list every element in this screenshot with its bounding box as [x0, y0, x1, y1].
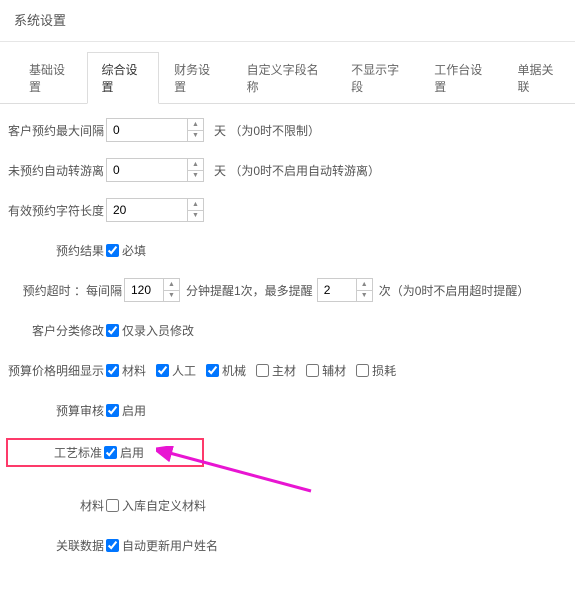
budget-audit-text: 启用	[122, 402, 146, 419]
label-result: 预约结果	[6, 242, 106, 259]
category-mod-text: 仅录入员修改	[122, 322, 194, 339]
craft-standard-highlight: 工艺标准 启用	[6, 438, 204, 467]
max-interval-suffix: 天 （为0时不限制）	[214, 122, 320, 139]
craft-std-text: 启用	[120, 444, 144, 461]
material-text: 入库自定义材料	[122, 497, 206, 514]
spin-up-icon[interactable]: ▲	[188, 159, 203, 171]
spin-up-icon[interactable]: ▲	[188, 199, 203, 211]
result-required-text: 必填	[122, 242, 146, 259]
category-mod-checkbox[interactable]: 仅录入员修改	[106, 322, 194, 339]
field-length-stepper[interactable]: ▲▼	[106, 198, 204, 222]
budget-opt-1[interactable]: 人工	[156, 362, 196, 379]
craft-std-input[interactable]	[104, 446, 117, 459]
budget-audit-input[interactable]	[106, 404, 119, 417]
tab-finance[interactable]: 财务设置	[159, 52, 232, 104]
budget-opt-3[interactable]: 主材	[256, 362, 296, 379]
auto-away-input[interactable]	[107, 159, 187, 181]
tab-workbench[interactable]: 工作台设置	[419, 52, 502, 104]
timeout-mid-text: 分钟提醒1次，最多提醒	[186, 282, 313, 299]
auto-away-stepper[interactable]: ▲▼	[106, 158, 204, 182]
related-data-checkbox[interactable]: 自动更新用户姓名	[106, 537, 218, 554]
label-related-data: 关联数据	[6, 537, 106, 554]
spin-down-icon[interactable]: ▼	[188, 171, 203, 182]
budget-audit-checkbox[interactable]: 启用	[106, 402, 146, 419]
spin-down-icon[interactable]: ▼	[188, 211, 203, 222]
material-checkbox[interactable]: 入库自定义材料	[106, 497, 206, 514]
budget-opt-5[interactable]: 损耗	[356, 362, 396, 379]
timeout-suffix: 次（为0时不启用超时提醒）	[379, 282, 530, 299]
auto-away-suffix: 天 （为0时不启用自动转游离）	[214, 162, 380, 179]
field-length-input[interactable]	[107, 199, 187, 221]
label-auto-away: 未预约自动转游离	[6, 162, 106, 179]
label-category-mod: 客户分类修改	[6, 322, 106, 339]
max-interval-input[interactable]	[107, 119, 187, 141]
page-title: 系统设置	[0, 0, 575, 42]
label-budget-detail: 预算价格明细显示	[6, 362, 106, 379]
spin-down-icon[interactable]: ▼	[357, 291, 372, 302]
budget-opt-2[interactable]: 机械	[206, 362, 246, 379]
spin-up-icon[interactable]: ▲	[188, 119, 203, 131]
tab-doc-link[interactable]: 单据关联	[502, 52, 575, 104]
result-required-input[interactable]	[106, 244, 119, 257]
timeout-max-stepper[interactable]: ▲▼	[317, 278, 373, 302]
label-max-interval: 客户预约最大间隔	[6, 122, 106, 139]
tab-custom-fields[interactable]: 自定义字段名称	[232, 52, 336, 104]
timeout-interval-input[interactable]	[125, 279, 163, 301]
craft-std-checkbox[interactable]: 启用	[104, 444, 144, 461]
spin-down-icon[interactable]: ▼	[188, 131, 203, 142]
tab-basic[interactable]: 基础设置	[14, 52, 87, 104]
label-budget-audit: 预算审核	[6, 402, 106, 419]
label-material: 材料	[6, 497, 106, 514]
spin-up-icon[interactable]: ▲	[164, 279, 179, 291]
related-data-text: 自动更新用户姓名	[122, 537, 218, 554]
label-field-length: 有效预约字符长度	[6, 202, 106, 219]
timeout-interval-stepper[interactable]: ▲▼	[124, 278, 180, 302]
max-interval-stepper[interactable]: ▲▼	[106, 118, 204, 142]
budget-opt-0[interactable]: 材料	[106, 362, 146, 379]
material-input[interactable]	[106, 499, 119, 512]
label-timeout: 预约超时 ：每间隔	[6, 282, 124, 299]
settings-form: 客户预约最大间隔 ▲▼ 天 （为0时不限制） 未预约自动转游离 ▲▼ 天 （为0…	[0, 104, 575, 613]
spin-up-icon[interactable]: ▲	[357, 279, 372, 291]
category-mod-input[interactable]	[106, 324, 119, 337]
related-data-input[interactable]	[106, 539, 119, 552]
timeout-max-input[interactable]	[318, 279, 356, 301]
spin-down-icon[interactable]: ▼	[164, 291, 179, 302]
budget-opt-4[interactable]: 辅材	[306, 362, 346, 379]
tab-bar: 基础设置 综合设置 财务设置 自定义字段名称 不显示字段 工作台设置 单据关联	[0, 52, 575, 104]
tab-hidden-fields[interactable]: 不显示字段	[336, 52, 419, 104]
tab-general[interactable]: 综合设置	[87, 52, 160, 104]
result-required-checkbox[interactable]: 必填	[106, 242, 146, 259]
label-craft-std: 工艺标准	[10, 444, 104, 461]
